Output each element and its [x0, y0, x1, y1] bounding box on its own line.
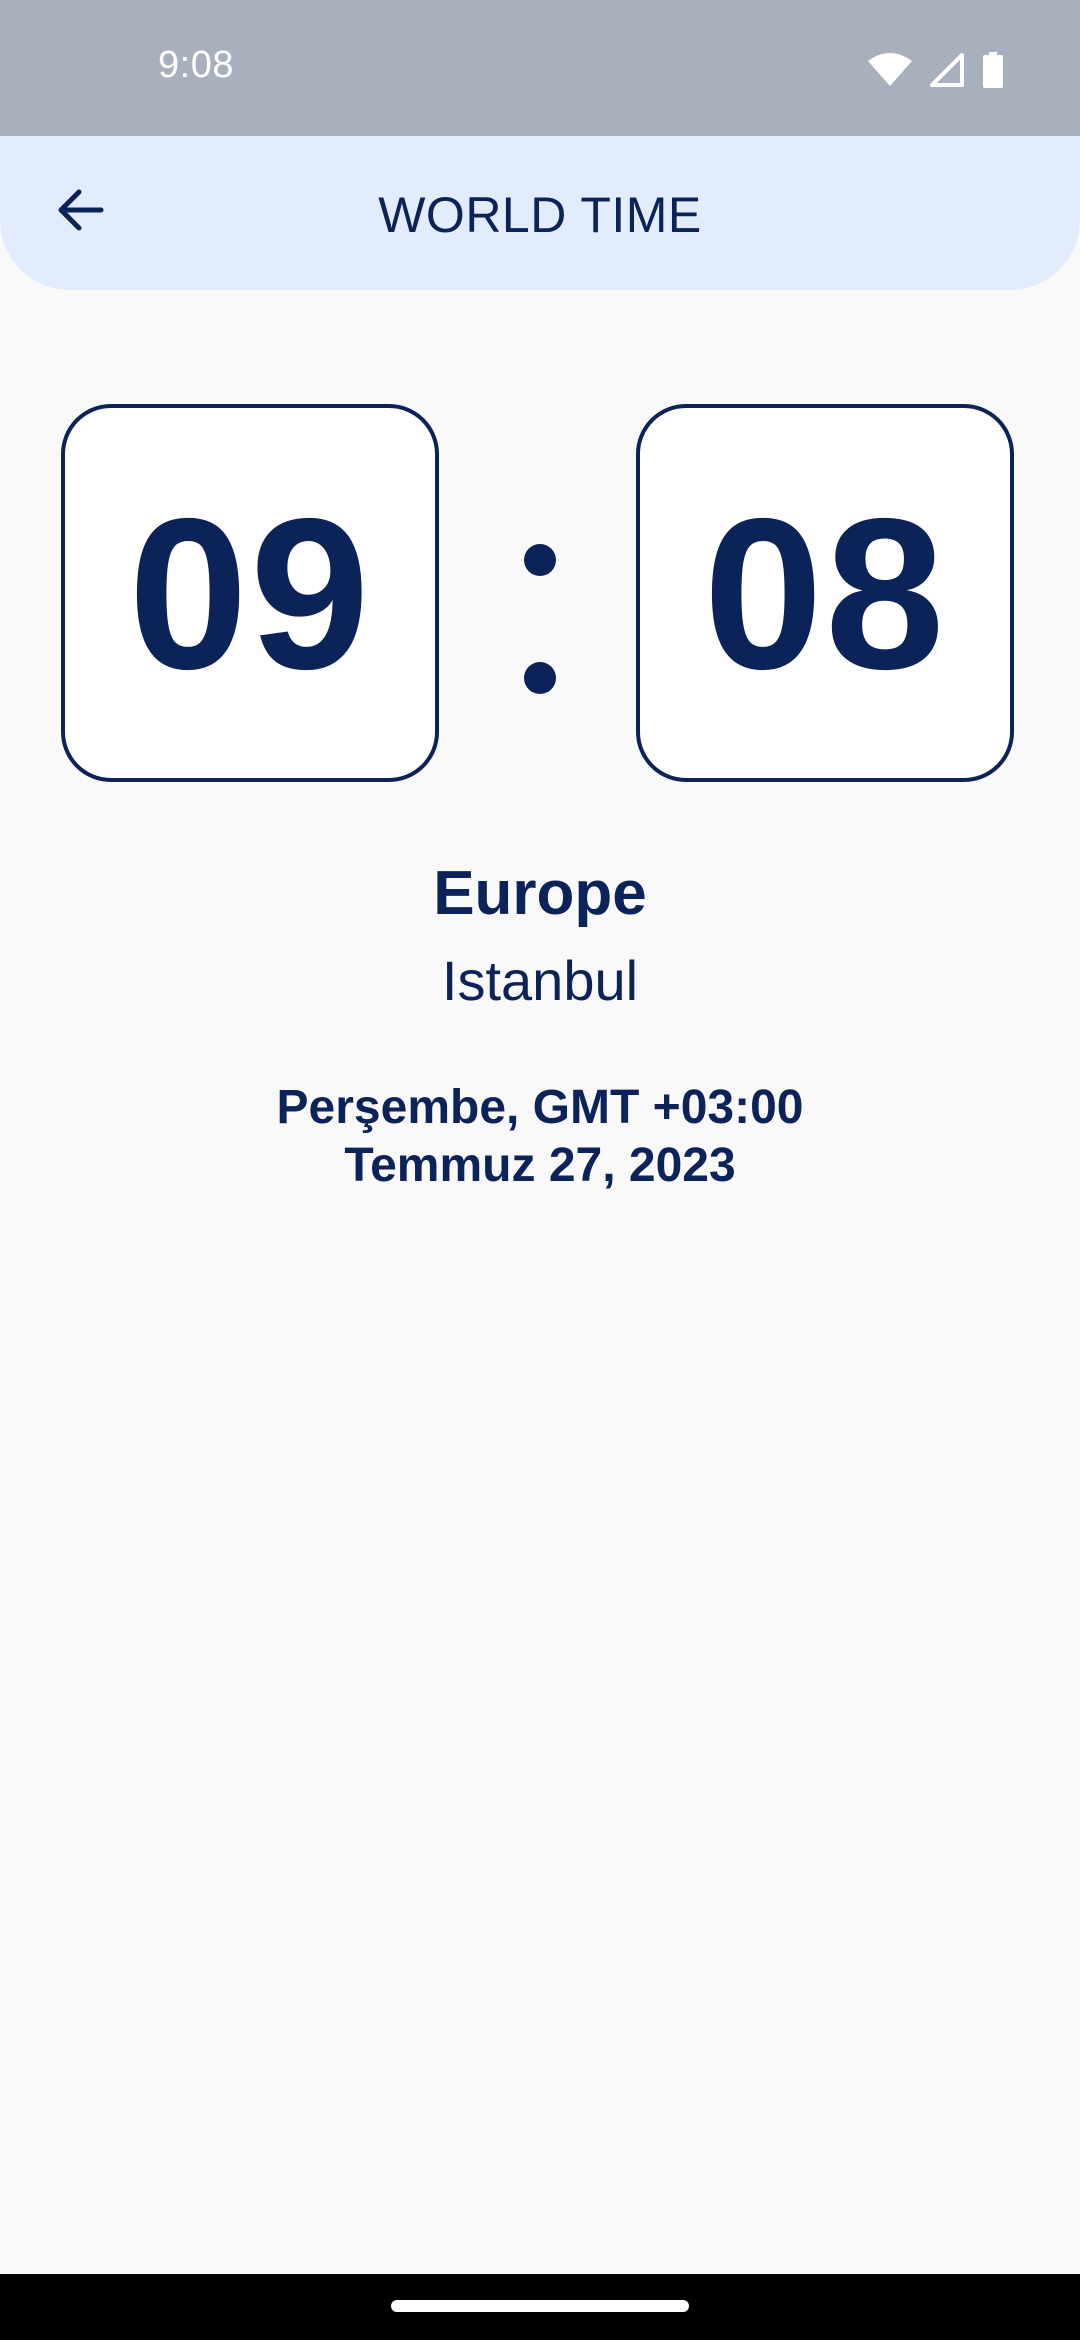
status-bar: 9:08	[0, 0, 1080, 136]
app-bar: WORLD TIME	[0, 136, 1080, 290]
hours-display: 09	[61, 404, 439, 782]
wifi-icon	[868, 53, 912, 87]
hours-value: 09	[128, 472, 372, 714]
minutes-display: 08	[636, 404, 1014, 782]
status-time: 9:08	[158, 44, 234, 86]
colon-separator-top	[524, 544, 556, 576]
day-and-gmt-offset: Perşembe, GMT +03:00	[276, 1081, 804, 1134]
status-icons	[868, 52, 1004, 88]
page-title: WORLD TIME	[378, 187, 702, 243]
region-label: Europe	[433, 859, 647, 928]
city-label: Istanbul	[441, 949, 639, 1012]
battery-icon	[982, 52, 1004, 88]
home-gesture-handle[interactable]	[391, 2300, 689, 2312]
date-label: Temmuz 27, 2023	[344, 1139, 736, 1192]
cellular-signal-icon	[930, 53, 964, 87]
colon-separator-bottom	[524, 662, 556, 694]
minutes-value: 08	[703, 472, 947, 714]
